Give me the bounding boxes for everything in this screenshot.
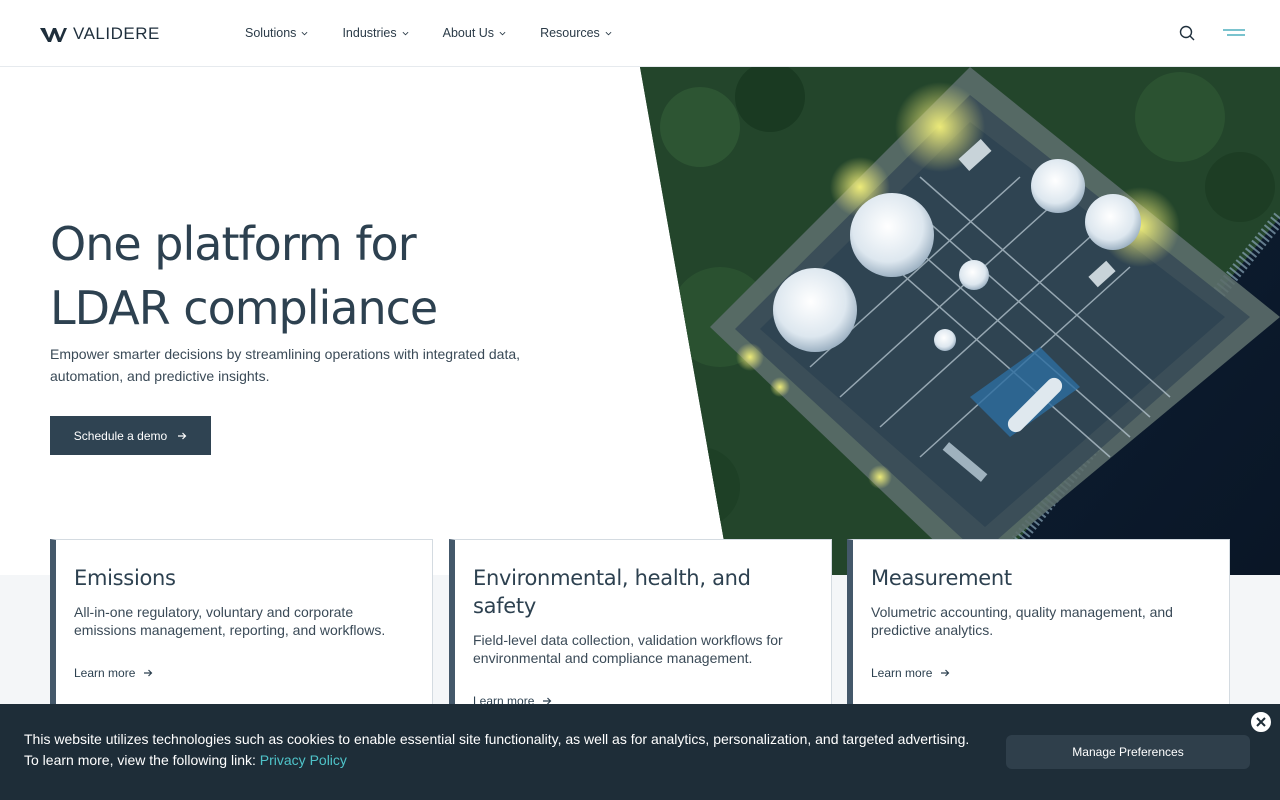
hero-title: One platform for LDAR compliance — [50, 212, 610, 340]
nav-label: Resources — [540, 26, 600, 40]
manage-preferences-button[interactable]: Manage Preferences — [1006, 735, 1250, 769]
cookie-text-line1: This website utilizes technologies such … — [24, 731, 970, 747]
cta-label: Schedule a demo — [73, 428, 168, 443]
chevron-down-icon — [499, 31, 506, 35]
chevron-down-icon — [605, 31, 612, 35]
logo-mark-icon — [40, 27, 67, 42]
card-description: Volumetric accounting, quality managemen… — [871, 604, 1173, 638]
nav-solutions[interactable]: Solutions — [245, 26, 308, 40]
nav-industries[interactable]: Industries — [342, 26, 409, 40]
learn-more-link[interactable]: Learn more — [871, 666, 950, 680]
logo-text: VALIDERE — [73, 24, 160, 43]
validere-logo[interactable]: VALIDERE — [40, 24, 160, 44]
arrow-right-icon — [941, 669, 950, 677]
close-banner-button[interactable] — [1249, 710, 1273, 734]
nav-label: About Us — [442, 26, 495, 40]
cookie-banner: This website utilizes technologies such … — [0, 704, 1280, 800]
chevron-down-icon — [302, 31, 308, 35]
link-label: Learn more — [871, 666, 933, 680]
chevron-down-icon — [402, 31, 409, 35]
nav-label: Industries — [342, 26, 397, 40]
schedule-demo-button[interactable]: Schedule a demo — [50, 416, 211, 455]
hero-title-line2: LDAR compliance — [50, 281, 438, 335]
search-icon[interactable] — [1178, 24, 1196, 42]
hero-subtitle: Empower smarter decisions by streamlinin… — [50, 346, 521, 384]
card-description: Field-level data collection, validation … — [473, 632, 783, 666]
card-title: Environmental, health, and safety — [473, 566, 751, 618]
learn-more-link[interactable]: Learn more — [74, 666, 153, 680]
aerial-facility-illustration — [640, 67, 1280, 575]
main-nav: Solutions Industries About Us Resources — [245, 26, 612, 40]
link-label: Learn more — [74, 666, 136, 680]
site-header: VALIDERE Solutions Industries About Us R… — [0, 0, 1280, 67]
nav-label: Solutions — [245, 26, 297, 40]
arrow-right-icon — [144, 669, 153, 677]
nav-resources[interactable]: Resources — [540, 26, 612, 40]
privacy-policy-link[interactable]: Privacy Policy — [260, 752, 347, 768]
arrow-right-icon — [178, 432, 187, 439]
nav-about-us[interactable]: About Us — [443, 26, 506, 40]
close-icon — [1256, 717, 1266, 727]
hero-image — [640, 67, 1280, 575]
card-description: All-in-one regulatory, voluntary and cor… — [74, 604, 386, 638]
card-title: Emissions — [74, 566, 176, 590]
card-title: Measurement — [871, 566, 1012, 590]
cookie-text-line2: To learn more, view the following link: — [24, 752, 260, 768]
hero-title-line1: One platform for — [50, 217, 417, 271]
cookie-text: This website utilizes technologies such … — [24, 729, 1004, 771]
menu-icon[interactable] — [1222, 27, 1246, 39]
